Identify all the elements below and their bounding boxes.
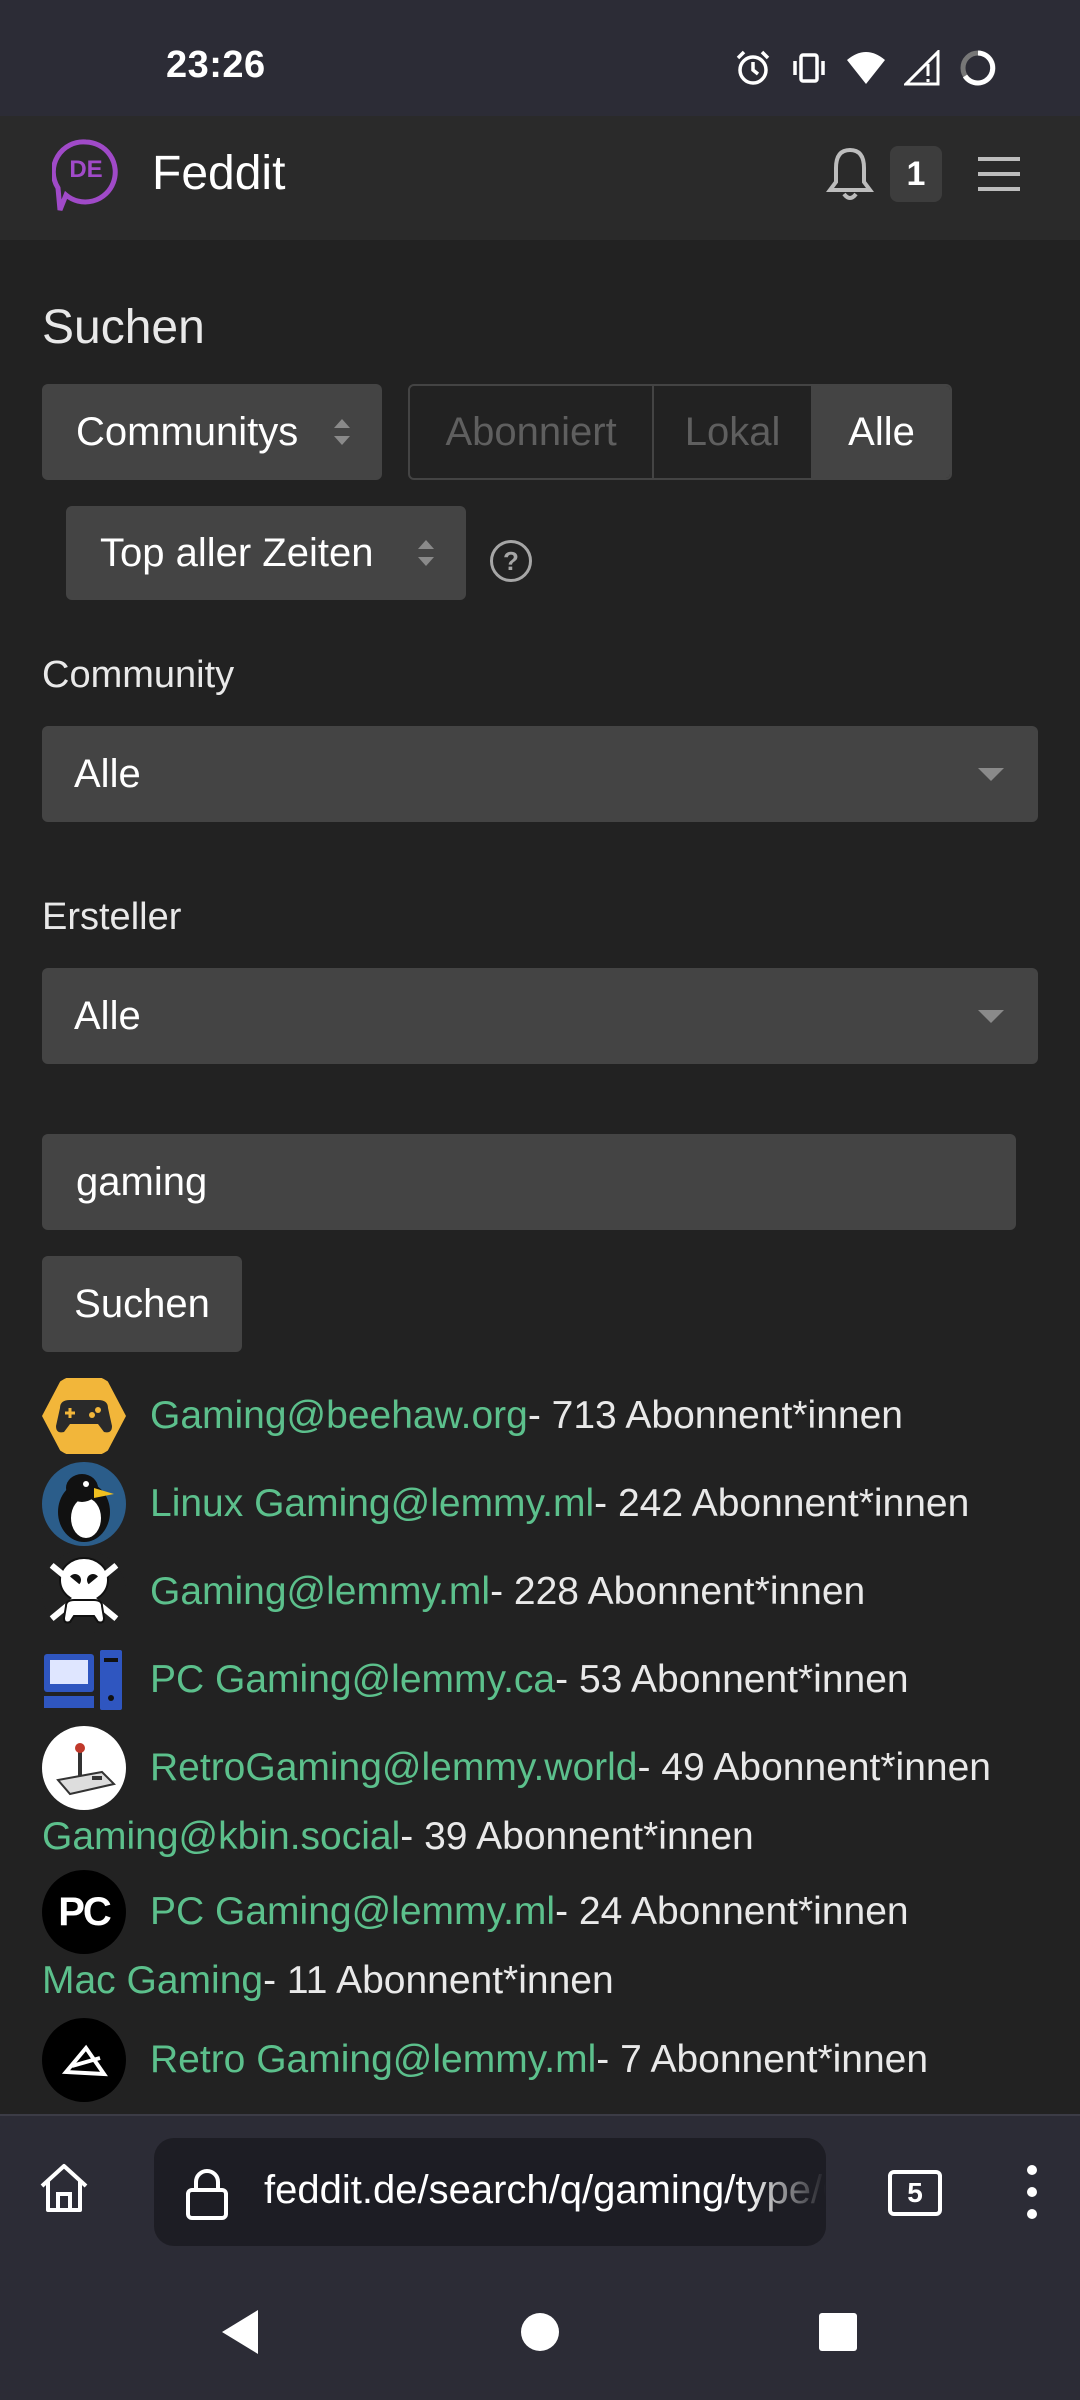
listing-type-tabs: Abonniert Lokal Alle	[408, 384, 952, 480]
list-item: Gaming@kbin.social - 39 Abonnent*innen	[42, 1808, 754, 1866]
retro-console-icon	[42, 1726, 126, 1810]
sort-arrows-icon	[418, 540, 434, 566]
back-icon[interactable]	[218, 2308, 262, 2361]
tab-count-button[interactable]: 5	[888, 2170, 942, 2216]
signal-icon	[904, 50, 940, 86]
community-link[interactable]: Gaming@lemmy.ml	[150, 1570, 490, 1614]
vibrate-icon	[790, 49, 828, 87]
list-item: PC Gaming@lemmy.ca - 53 Abonnent*innen	[42, 1638, 909, 1722]
community-link[interactable]: Retro Gaming@lemmy.ml	[150, 2038, 596, 2082]
community-link[interactable]: Gaming@beehaw.org	[150, 1394, 528, 1438]
community-link[interactable]: Mac Gaming	[42, 1959, 263, 2003]
system-navigation-bar	[0, 2264, 1080, 2400]
subscriber-count: - 49 Abonnent*innen	[637, 1746, 991, 1789]
creator-dropdown[interactable]: Alle	[42, 968, 1038, 1064]
pc-letters-icon: PC	[42, 1870, 126, 1954]
community-link[interactable]: PC Gaming@lemmy.ca	[150, 1658, 555, 1702]
feddit-logo[interactable]: DE	[50, 138, 120, 214]
subscriber-count: - 53 Abonnent*innen	[555, 1658, 909, 1701]
chevron-down-icon	[978, 1010, 1004, 1023]
hamburger-menu-icon[interactable]	[976, 156, 1022, 192]
subscriber-count: - 713 Abonnent*innen	[527, 1394, 903, 1437]
search-button[interactable]: Suchen	[42, 1256, 242, 1352]
home-circle-icon[interactable]	[520, 2312, 560, 2357]
community-link[interactable]: RetroGaming@lemmy.world	[150, 1746, 637, 1790]
help-icon[interactable]: ?	[490, 540, 532, 582]
type-select[interactable]: Communitys	[42, 384, 382, 480]
subscriber-count: - 228 Abonnent*innen	[490, 1570, 866, 1613]
community-link[interactable]: Linux Gaming@lemmy.ml	[150, 1482, 594, 1526]
search-input[interactable]	[42, 1134, 1016, 1230]
chevron-down-icon	[978, 768, 1004, 781]
tab-lokal[interactable]: Lokal	[654, 386, 814, 478]
list-item: Gaming@beehaw.org - 713 Abonnent*innen	[42, 1374, 903, 1458]
list-item: Gaming@lemmy.ml - 228 Abonnent*innen	[42, 1550, 865, 1634]
brand-name[interactable]: Feddit	[152, 146, 285, 201]
loading-icon	[958, 48, 998, 88]
gamepad-icon	[42, 1374, 126, 1458]
subscriber-count: - 242 Abonnent*innen	[594, 1482, 970, 1525]
creator-label: Ersteller	[42, 896, 182, 938]
computer-icon	[42, 1638, 126, 1722]
sort-arrows-icon	[334, 419, 350, 445]
address-bar[interactable]: feddit.de/search/q/gaming/type/Communiti…	[154, 2138, 826, 2246]
tab-abonniert[interactable]: Abonniert	[410, 386, 655, 478]
subscriber-count: - 39 Abonnent*innen	[400, 1815, 754, 1858]
lock-icon	[184, 2168, 230, 2225]
notification-count-badge[interactable]: 1	[890, 146, 942, 202]
sort-select-value: Top aller Zeiten	[100, 530, 374, 575]
community-link[interactable]: PC Gaming@lemmy.ml	[150, 1890, 555, 1934]
skull-controller-icon	[42, 1550, 126, 1634]
status-time: 23:26	[166, 44, 266, 86]
list-item: Linux Gaming@lemmy.ml - 242 Abonnent*inn…	[42, 1462, 969, 1546]
list-item: RetroGaming@lemmy.world - 49 Abonnent*in…	[42, 1726, 991, 1810]
page-title: Suchen	[42, 301, 205, 354]
subscriber-count: - 11 Abonnent*innen	[263, 1959, 614, 2002]
browser-toolbar: feddit.de/search/q/gaming/type/Communiti…	[0, 2114, 1080, 2264]
subscriber-count: - 24 Abonnent*innen	[555, 1890, 909, 1933]
logo-text: DE	[69, 156, 103, 183]
more-options-icon[interactable]	[1022, 2162, 1042, 2222]
type-select-value: Communitys	[76, 409, 299, 454]
community-dropdown[interactable]: Alle	[42, 726, 1038, 822]
tab-alle[interactable]: Alle	[813, 386, 950, 478]
alarm-icon	[734, 49, 772, 87]
creator-dropdown-value: Alle	[74, 993, 141, 1038]
recents-icon[interactable]	[818, 2312, 858, 2357]
list-item: Mac Gaming - 11 Abonnent*innen	[42, 1952, 614, 2010]
bell-icon[interactable]	[826, 146, 874, 207]
url-text: feddit.de/search/q/gaming/type/Communiti…	[264, 2168, 826, 2212]
community-label: Community	[42, 654, 235, 696]
sort-select[interactable]: Top aller Zeiten	[66, 506, 466, 600]
home-icon[interactable]	[36, 2160, 92, 2221]
status-bar: 23:26	[0, 0, 1080, 116]
wifi-icon	[846, 50, 886, 86]
list-item: Retro Gaming@lemmy.ml - 7 Abonnent*innen	[42, 2018, 928, 2102]
list-item: PC PC Gaming@lemmy.ml - 24 Abonnent*inne…	[42, 1870, 909, 1954]
avatar-letters: PC	[58, 1889, 112, 1934]
community-link[interactable]: Gaming@kbin.social	[42, 1815, 400, 1859]
community-dropdown-value: Alle	[74, 751, 141, 796]
subscriber-count: - 7 Abonnent*innen	[596, 2038, 929, 2081]
app-header: DE Feddit 1	[0, 116, 1080, 240]
retro-arrow-icon	[42, 2018, 126, 2102]
penguin-icon	[42, 1462, 126, 1546]
